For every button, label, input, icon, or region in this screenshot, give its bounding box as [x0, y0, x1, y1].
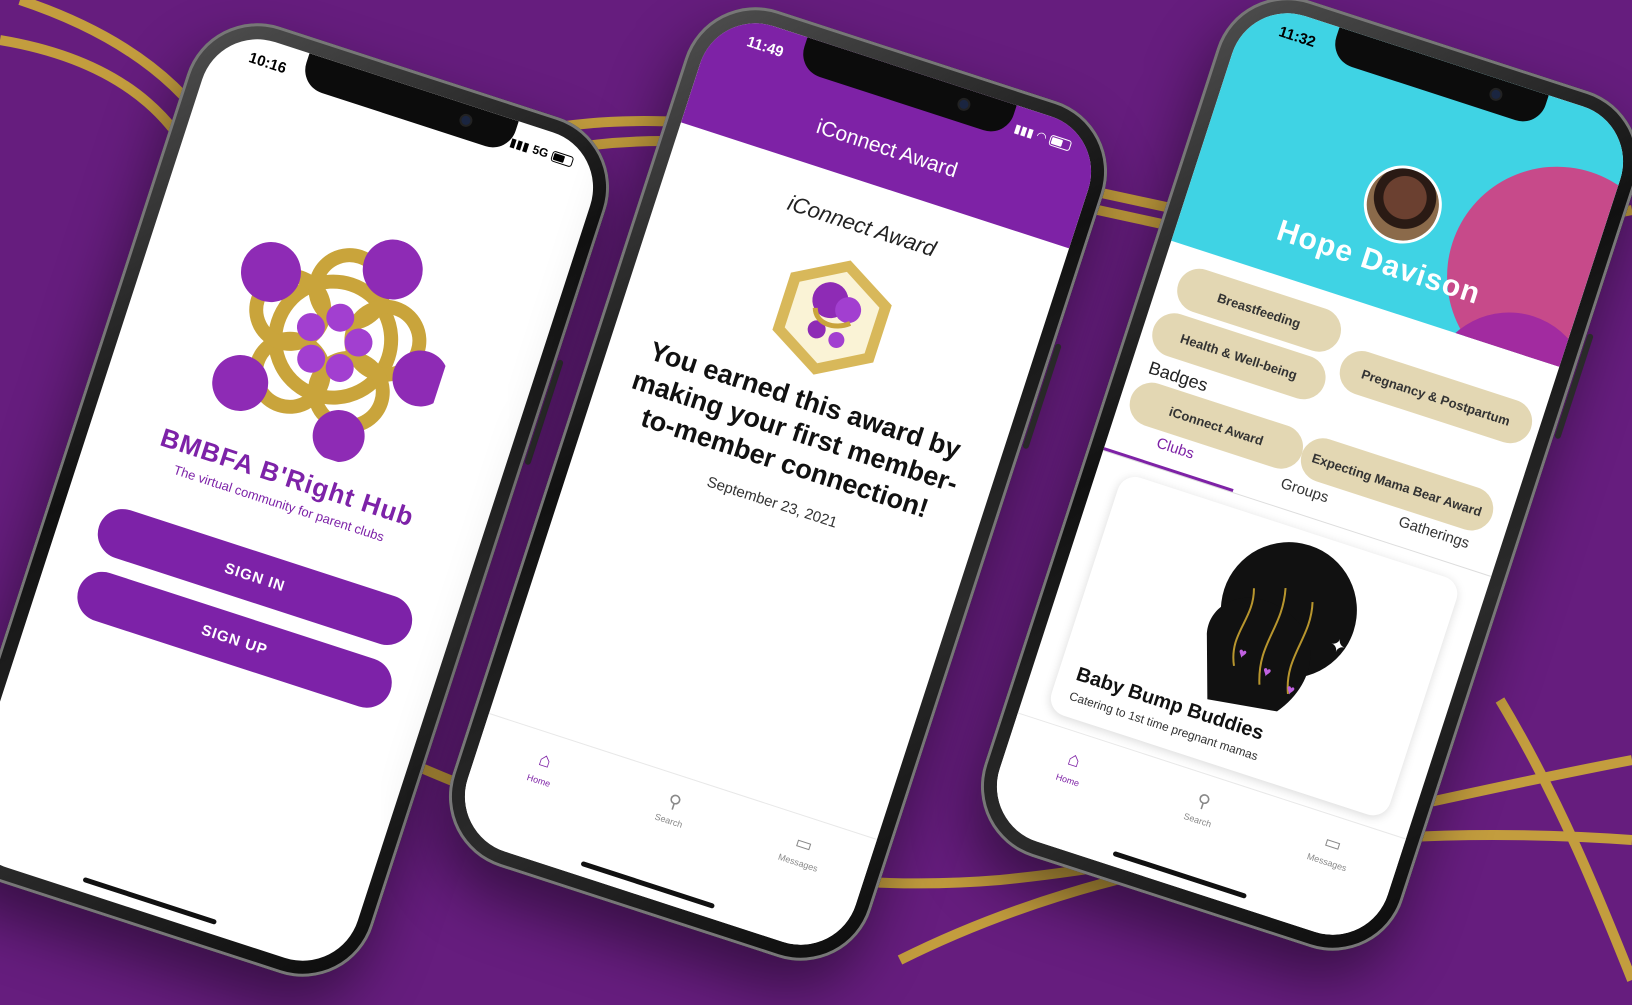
tab-messages[interactable]: ▭ Messages: [735, 822, 845, 951]
status-indicators: ▮▮▮ ◠: [1012, 121, 1073, 153]
battery-icon: [1048, 133, 1073, 152]
award-badge-icon: [772, 260, 892, 375]
search-icon: ⚲: [1194, 789, 1214, 813]
tab-messages-label: Messages: [776, 851, 820, 874]
tab-home-label: Home: [1054, 771, 1081, 789]
chat-icon: ▭: [1321, 831, 1345, 856]
status-time: 10:16: [246, 49, 289, 78]
signal-icon: ▮▮▮: [1012, 121, 1036, 141]
network-label: 5G: [530, 142, 551, 161]
interest-chip[interactable]: Pregnancy & Postpartum: [1334, 345, 1538, 449]
chat-icon: ▭: [792, 831, 816, 856]
bmbfa-logo: [212, 239, 449, 462]
tab-messages[interactable]: ▭ Messages: [1267, 821, 1374, 941]
status-time: 11:32: [1276, 23, 1318, 52]
wifi-icon: ◠: [1035, 128, 1049, 145]
home-icon: ⌂: [1064, 747, 1084, 773]
avatar[interactable]: [1353, 155, 1452, 254]
search-icon: ⚲: [665, 790, 685, 814]
tab-search-label: Search: [1182, 811, 1213, 830]
tab-home[interactable]: ⌂ Home: [1009, 737, 1116, 857]
tab-search-label: Search: [653, 811, 684, 830]
battery-icon: [550, 149, 575, 168]
home-icon: ⌂: [535, 748, 555, 773]
tab-messages-label: Messages: [1305, 851, 1348, 874]
tab-home-label: Home: [525, 772, 552, 790]
status-time: 11:49: [744, 33, 786, 62]
status-indicators: ▮▮▮ 5G: [508, 135, 575, 169]
tab-home[interactable]: ⌂ Home: [477, 738, 587, 867]
